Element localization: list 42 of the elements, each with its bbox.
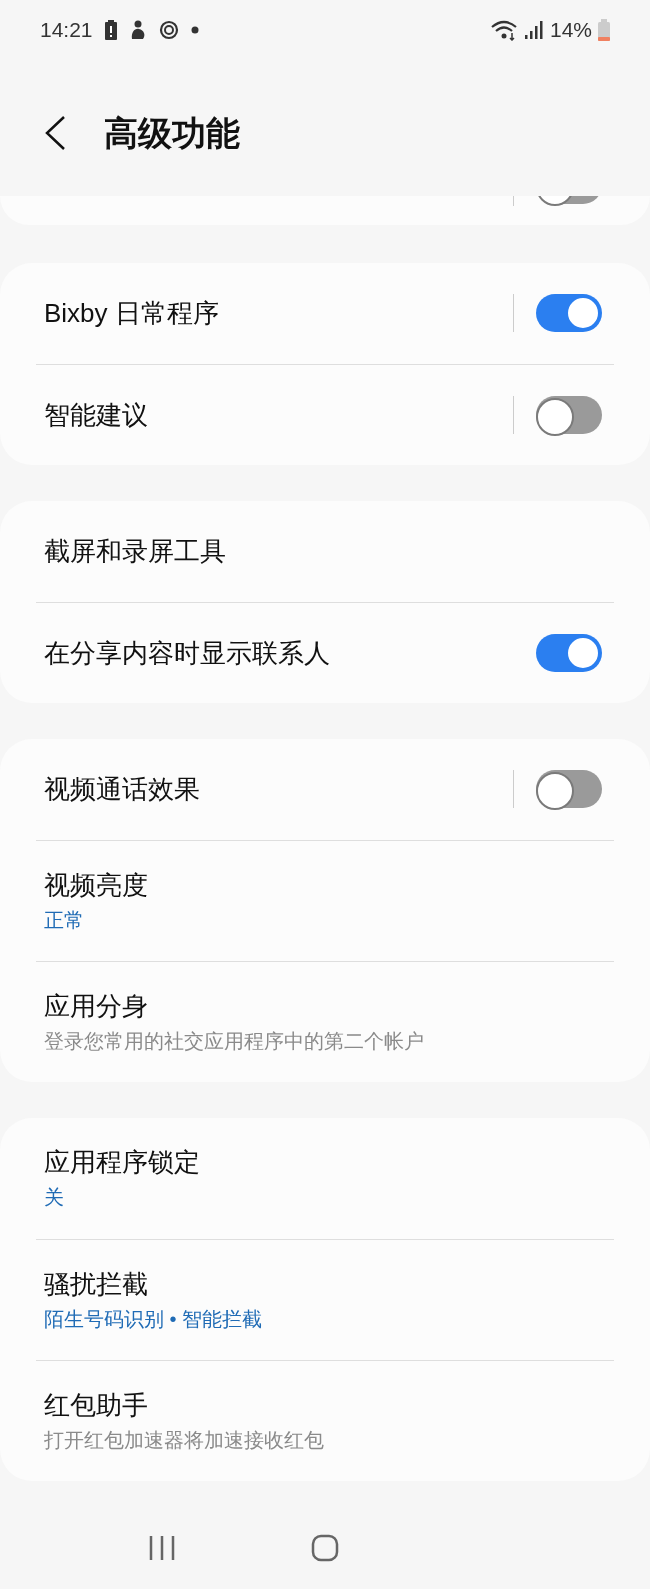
setting-title: 视频亮度 xyxy=(44,868,149,902)
settings-row[interactable]: 红包助手 打开红包加速器将加速接收红包 xyxy=(36,1359,614,1481)
setting-title: 应用分身 xyxy=(44,989,149,1023)
setting-summary: 打开红包加速器将加速接收红包 xyxy=(44,1427,325,1453)
setting-title: 应用程序锁定 xyxy=(44,1146,201,1180)
settings-row[interactable]: 视频通话效果 xyxy=(36,738,614,840)
toggle-switch[interactable] xyxy=(536,770,602,809)
battery-alert-icon xyxy=(104,19,117,40)
setting-title: Bixby 日常程序 xyxy=(44,297,220,331)
setting-title: 截屏和录屏工具 xyxy=(44,535,227,569)
recent-apps-icon xyxy=(147,1534,176,1561)
recent-apps-button[interactable] xyxy=(147,1534,176,1561)
page-title: 高级功能 xyxy=(104,112,240,154)
setting-value: 陌生号码识别 • 智能拦截 xyxy=(44,1306,264,1332)
toggle-switch[interactable] xyxy=(536,395,602,434)
settings-row[interactable]: 视频亮度 正常 xyxy=(36,839,614,961)
settings-row[interactable]: 应用程序锁定 关 xyxy=(36,1117,614,1239)
settings-row[interactable]: Bixby 日常程序 xyxy=(36,262,614,364)
toggle-switch[interactable] xyxy=(536,633,602,672)
dot-icon xyxy=(190,25,199,34)
settings-row[interactable]: 截屏和录屏工具 xyxy=(36,500,614,602)
signal-icon xyxy=(523,20,544,39)
setting-title: 视频通话效果 xyxy=(44,773,201,807)
settings-row[interactable]: 在分享内容时显示联系人 xyxy=(36,601,614,703)
clock-text: 14:21 xyxy=(40,16,93,43)
home-button[interactable] xyxy=(311,1533,339,1562)
setting-summary: 登录您常用的社交应用程序中的第二个帐户 xyxy=(44,1028,425,1054)
home-icon xyxy=(311,1533,339,1562)
wifi-icon xyxy=(489,18,518,41)
setting-title: 红包助手 xyxy=(44,1388,149,1422)
back-icon xyxy=(44,115,66,152)
setting-title: 在分享内容时显示联系人 xyxy=(44,636,331,670)
setting-title: 智能建议 xyxy=(44,398,149,432)
setting-value: 正常 xyxy=(44,907,85,933)
setting-title: 骚扰拦截 xyxy=(44,1267,149,1301)
battery-icon xyxy=(598,18,610,41)
battery-percent-text: 14% xyxy=(549,16,592,43)
settings-row[interactable]: 应用分身 登录您常用的社交应用程序中的第二个帐户 xyxy=(36,960,614,1082)
settings-row[interactable]: 骚扰拦截 陌生号码识别 • 智能拦截 xyxy=(36,1238,614,1360)
toggle-switch[interactable] xyxy=(536,294,602,333)
settings-row[interactable]: 智能建议 xyxy=(36,363,614,465)
setting-value: 关 xyxy=(44,1185,65,1211)
